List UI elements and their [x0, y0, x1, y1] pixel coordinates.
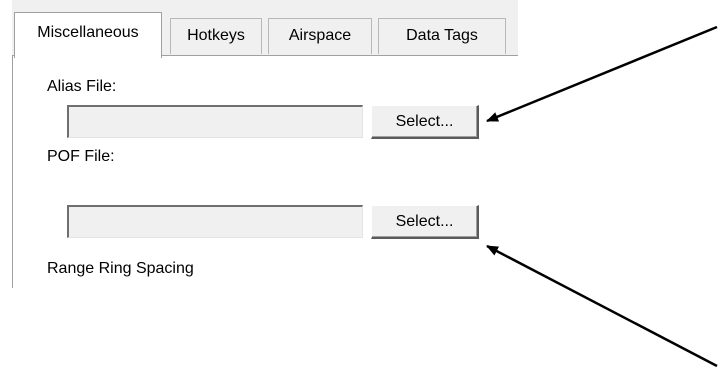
tab-page-miscellaneous: Alias File: Select... POF File: Select..…	[12, 55, 518, 288]
pof-file-field[interactable]	[67, 205, 363, 238]
pof-file-label: POF File:	[47, 148, 115, 165]
annotation-arrow-pof	[486, 244, 718, 368]
tab-hotkeys[interactable]: Hotkeys	[170, 18, 262, 54]
settings-dialog: Miscellaneous Hotkeys Airspace Data Tags…	[12, 0, 518, 288]
tab-airspace[interactable]: Airspace	[268, 18, 372, 54]
range-ring-spacing-label: Range Ring Spacing	[47, 260, 194, 277]
alias-file-field[interactable]	[67, 105, 363, 138]
tab-data-tags[interactable]: Data Tags	[378, 18, 506, 54]
alias-file-label: Alias File:	[47, 78, 117, 95]
tab-miscellaneous[interactable]: Miscellaneous	[14, 12, 162, 60]
tab-strip: Miscellaneous Hotkeys Airspace Data Tags	[12, 0, 518, 60]
alias-file-select-button[interactable]: Select...	[371, 105, 479, 139]
annotation-arrow-alias	[486, 25, 718, 123]
pof-file-select-button[interactable]: Select...	[371, 205, 479, 239]
